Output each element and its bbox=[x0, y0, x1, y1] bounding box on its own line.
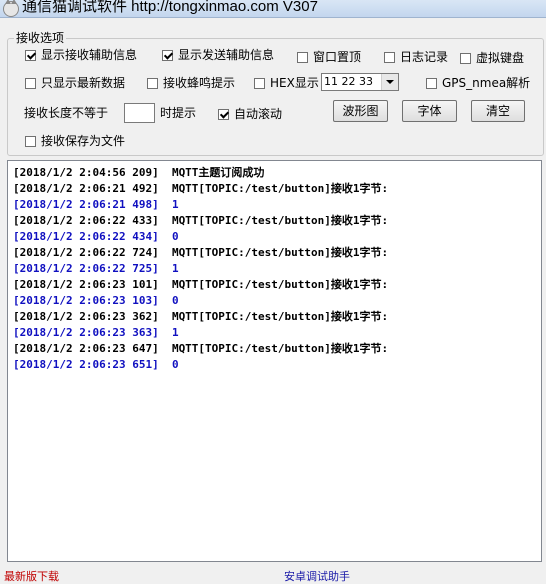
checkbox-box[interactable] bbox=[426, 77, 437, 89]
checkbox-box[interactable] bbox=[25, 77, 36, 89]
checkbox-box[interactable] bbox=[25, 135, 36, 147]
hex-value-select[interactable]: 11 22 33 bbox=[321, 73, 399, 91]
beep-checkbox[interactable]: 接收蜂鸣提示 bbox=[147, 76, 235, 90]
waveform-button[interactable]: 波形图 bbox=[333, 100, 388, 122]
font-button[interactable]: 字体 bbox=[402, 100, 457, 122]
checkbox-box[interactable] bbox=[218, 108, 229, 120]
hex-display-checkbox[interactable]: HEX显示 bbox=[254, 76, 319, 90]
checkbox-box[interactable] bbox=[147, 77, 158, 89]
log-line: [2018/1/2 2:06:22 434] 0 bbox=[13, 230, 179, 243]
log-line: [2018/1/2 2:06:21 498] 1 bbox=[13, 198, 179, 211]
length-suffix-label: 时提示 bbox=[160, 106, 197, 120]
show-send-info-checkbox[interactable]: 显示发送辅助信息 bbox=[162, 48, 274, 62]
clear-button[interactable]: 清空 bbox=[471, 100, 525, 122]
log-line: [2018/1/2 2:06:22 724] MQTT[TOPIC:/test/… bbox=[13, 246, 389, 259]
length-input[interactable] bbox=[124, 103, 155, 123]
window-title: 通信猫调试软件 http://tongxinmao.com V307 bbox=[22, 0, 318, 15]
title-bar[interactable]: 通信猫调试软件 http://tongxinmao.com V307 bbox=[0, 0, 546, 18]
receive-log[interactable]: [2018/1/2 2:04:56 209] MQTT主题订阅成功 [2018/… bbox=[7, 160, 542, 562]
checkbox-box[interactable] bbox=[297, 51, 308, 63]
cat-logo-icon bbox=[3, 0, 19, 17]
save-file-checkbox[interactable]: 接收保存为文件 bbox=[25, 134, 125, 148]
log-line: [2018/1/2 2:04:56 209] MQTT主题订阅成功 bbox=[13, 166, 265, 179]
log-record-checkbox[interactable]: 日志记录 bbox=[384, 50, 448, 64]
log-line: [2018/1/2 2:06:23 363] 1 bbox=[13, 326, 179, 339]
checkbox-box[interactable] bbox=[25, 49, 36, 61]
checkbox-box[interactable] bbox=[384, 51, 395, 63]
checkbox-box[interactable] bbox=[460, 52, 471, 64]
hex-value: 11 22 33 bbox=[324, 75, 373, 88]
log-line: [2018/1/2 2:06:22 725] 1 bbox=[13, 262, 179, 275]
log-line: [2018/1/2 2:06:23 101] MQTT[TOPIC:/test/… bbox=[13, 278, 389, 291]
log-line: [2018/1/2 2:06:23 647] MQTT[TOPIC:/test/… bbox=[13, 342, 389, 355]
log-line: [2018/1/2 2:06:23 103] 0 bbox=[13, 294, 179, 307]
log-line: [2018/1/2 2:06:23 362] MQTT[TOPIC:/test/… bbox=[13, 310, 389, 323]
checkbox-box[interactable] bbox=[254, 77, 265, 89]
log-line: [2018/1/2 2:06:21 492] MQTT[TOPIC:/test/… bbox=[13, 182, 389, 195]
checkbox-box[interactable] bbox=[162, 49, 173, 61]
latest-download-link[interactable]: 最新版下载 bbox=[4, 570, 59, 584]
length-prefix-label: 接收长度不等于 bbox=[24, 106, 109, 120]
latest-only-checkbox[interactable]: 只显示最新数据 bbox=[25, 76, 125, 90]
android-helper-link[interactable]: 安卓调试助手 bbox=[284, 570, 350, 584]
show-recv-info-checkbox[interactable]: 显示接收辅助信息 bbox=[25, 48, 137, 62]
virtual-keyboard-checkbox[interactable]: 虚拟键盘 bbox=[460, 51, 524, 65]
window-top-checkbox[interactable]: 窗口置顶 bbox=[297, 50, 361, 64]
auto-scroll-checkbox[interactable]: 自动滚动 bbox=[218, 107, 282, 121]
receive-options-title: 接收选项 bbox=[14, 31, 67, 45]
chevron-down-icon[interactable] bbox=[381, 74, 398, 90]
log-line: [2018/1/2 2:06:23 651] 0 bbox=[13, 358, 179, 371]
gps-parse-checkbox[interactable]: GPS_nmea解析 bbox=[426, 76, 530, 90]
log-line: [2018/1/2 2:06:22 433] MQTT[TOPIC:/test/… bbox=[13, 214, 389, 227]
